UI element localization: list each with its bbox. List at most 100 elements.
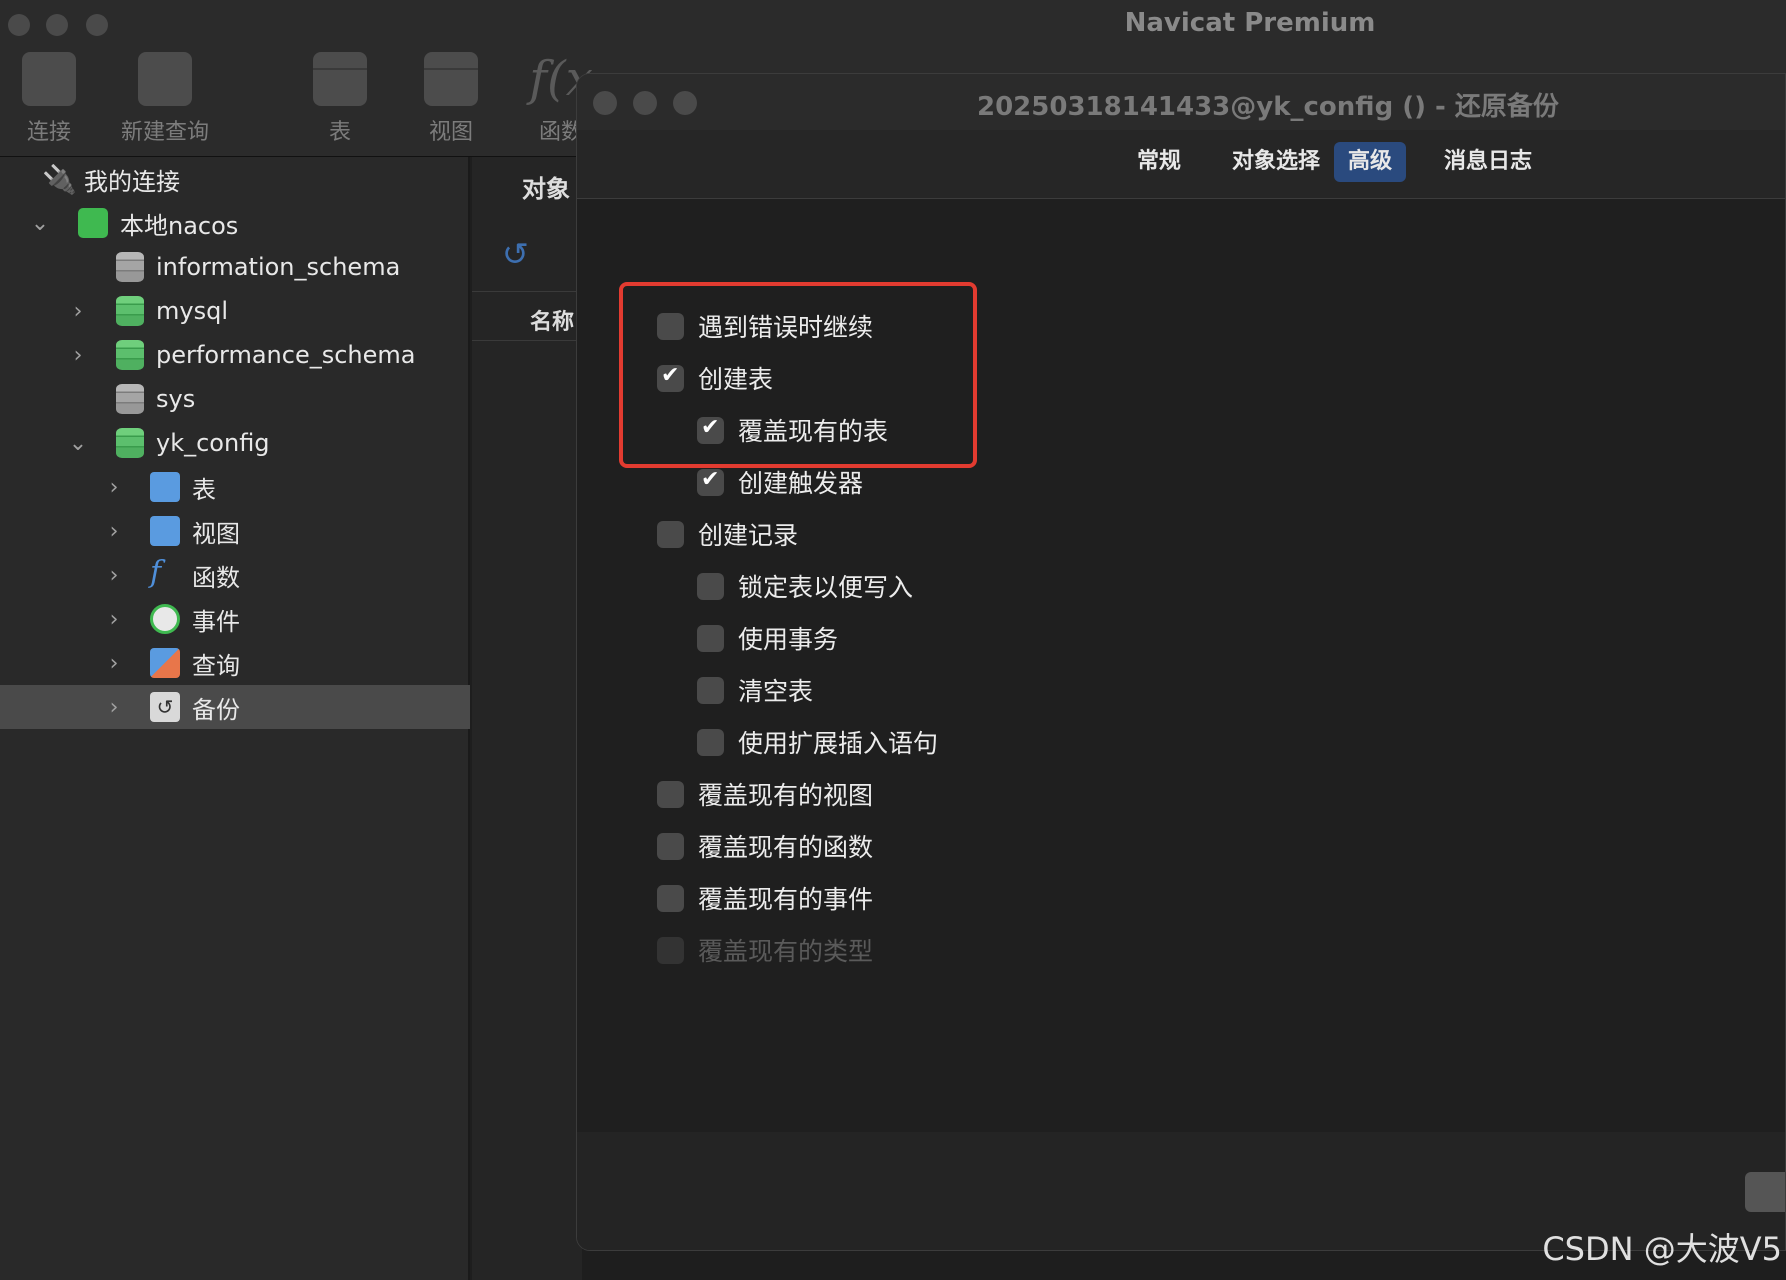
tree-object-functions[interactable]: › f 函数 — [0, 553, 470, 597]
database-icon — [116, 428, 144, 458]
option-use-transaction[interactable]: 使用事务 — [697, 620, 838, 656]
checkbox[interactable] — [697, 467, 724, 496]
tree-label: 事件 — [192, 607, 240, 636]
chevron-right-icon[interactable]: › — [68, 299, 88, 324]
dialog-close-button[interactable] — [593, 91, 617, 115]
option-label: 覆盖现有的视图 — [698, 781, 874, 810]
table-icon — [150, 472, 180, 502]
start-button[interactable] — [1745, 1172, 1785, 1212]
plug-icon: 🔌 — [42, 163, 77, 196]
toolbar-table-button[interactable]: 表 — [285, 52, 395, 146]
option-label: 清空表 — [738, 677, 814, 706]
mysql-connection-icon — [78, 208, 108, 238]
database-icon — [116, 296, 144, 326]
option-label: 使用事务 — [738, 625, 839, 654]
tree-label: 查询 — [192, 651, 240, 680]
tree-object-views[interactable]: › 视图 — [0, 509, 470, 553]
close-window-button[interactable] — [8, 14, 30, 36]
chevron-down-icon[interactable]: ⌄ — [68, 431, 88, 456]
tree-connection[interactable]: ⌄ 本地nacos — [0, 201, 470, 245]
function-icon: f — [150, 555, 162, 590]
backup-icon: ↺ — [150, 692, 180, 722]
tree-label: 表 — [192, 475, 216, 504]
option-overwrite-views[interactable]: 覆盖现有的视图 — [657, 776, 873, 812]
tab-advanced[interactable]: 高级 — [1334, 142, 1407, 182]
tree-object-events[interactable]: › 事件 — [0, 597, 470, 641]
restore-icon[interactable]: ↺ — [502, 235, 529, 273]
checkbox[interactable] — [657, 780, 684, 808]
dialog-minimize-button[interactable] — [633, 91, 657, 115]
toolbar-label: 连接 — [26, 120, 71, 145]
tree-object-queries[interactable]: › 查询 — [0, 641, 470, 685]
database-icon — [116, 384, 144, 414]
zoom-window-button[interactable] — [86, 14, 108, 36]
checkbox — [657, 936, 684, 964]
tree-label: performance_schema — [156, 341, 416, 369]
option-label: 锁定表以便写入 — [738, 573, 914, 602]
tree-label: 视图 — [192, 519, 240, 548]
database-icon — [116, 340, 144, 370]
toolbar-label: 视图 — [428, 120, 473, 145]
tree-database[interactable]: › mysql — [0, 289, 470, 333]
checkbox[interactable] — [657, 832, 684, 860]
navigation-sidebar: 🔌 我的连接 ⌄ 本地nacos information_schema › my… — [0, 157, 470, 1280]
view-icon — [424, 52, 478, 106]
option-extended-inserts[interactable]: 使用扩展插入语句 — [697, 724, 938, 760]
chevron-right-icon[interactable]: › — [104, 475, 124, 500]
app-title: Navicat Premium — [1124, 8, 1376, 38]
checkbox[interactable] — [697, 572, 724, 600]
dialog-tab-bar: 常规 对象选择 高级 消息日志 — [577, 130, 1785, 199]
plug-icon — [22, 52, 76, 106]
clock-icon — [150, 604, 180, 634]
option-lock-tables[interactable]: 锁定表以便写入 — [697, 568, 913, 604]
tab-object-selection[interactable]: 对象选择 — [1218, 142, 1334, 182]
name-column-header[interactable]: 名称 — [530, 304, 574, 336]
tree-root-my-connections[interactable]: 🔌 我的连接 — [0, 157, 470, 201]
option-empty-table[interactable]: 清空表 — [697, 672, 813, 708]
dialog-zoom-button[interactable] — [673, 91, 697, 115]
option-label: 创建记录 — [698, 521, 799, 550]
minimize-window-button[interactable] — [46, 14, 68, 36]
checkbox[interactable] — [697, 676, 724, 704]
tree-label: 我的连接 — [84, 167, 180, 196]
tree-label: information_schema — [156, 253, 401, 281]
view-icon — [150, 516, 180, 546]
chevron-right-icon[interactable]: › — [104, 607, 124, 632]
toolbar-label: 新建查询 — [120, 120, 209, 145]
toolbar-view-button[interactable]: 视图 — [396, 52, 506, 146]
option-create-records[interactable]: 创建记录 — [657, 516, 798, 552]
tree-object-backups[interactable]: › ↺ 备份 — [0, 685, 470, 729]
chevron-right-icon[interactable]: › — [104, 563, 124, 588]
option-overwrite-events[interactable]: 覆盖现有的事件 — [657, 880, 873, 916]
table-icon — [313, 52, 367, 106]
objects-tab[interactable]: 对象 — [522, 169, 570, 204]
restore-backup-dialog: 20250318141433@yk_config () - 还原备份 常规 对象… — [576, 73, 1786, 1251]
tree-database[interactable]: information_schema — [0, 245, 470, 289]
checkbox[interactable] — [697, 728, 724, 756]
dialog-title: 20250318141433@yk_config () - 还原备份 — [977, 92, 1559, 122]
checkbox[interactable] — [657, 884, 684, 912]
checkbox[interactable] — [697, 624, 724, 652]
tab-general[interactable]: 常规 — [1123, 142, 1195, 182]
tree-database[interactable]: › performance_schema — [0, 333, 470, 377]
option-label: 创建触发器 — [738, 469, 864, 498]
chevron-right-icon[interactable]: › — [68, 343, 88, 368]
annotation-highlight-box — [619, 282, 977, 468]
tree-label: 本地nacos — [120, 211, 239, 240]
chevron-right-icon[interactable]: › — [104, 519, 124, 544]
chevron-down-icon[interactable]: ⌄ — [30, 211, 50, 236]
option-overwrite-functions[interactable]: 覆盖现有的函数 — [657, 828, 873, 864]
toolbar-new-query-button[interactable]: 新建查询 — [110, 52, 220, 146]
tree-database[interactable]: ⌄ yk_config — [0, 421, 470, 465]
chevron-right-icon[interactable]: › — [104, 695, 124, 720]
chevron-right-icon[interactable]: › — [104, 651, 124, 676]
tree-label: sys — [156, 385, 196, 413]
option-label: 使用扩展插入语句 — [738, 729, 939, 758]
toolbar-connect-button[interactable]: 连接 — [0, 52, 104, 146]
checkbox[interactable] — [657, 520, 684, 548]
object-pane: 对象 ↺ 名称 — [472, 157, 582, 1280]
tree-object-tables[interactable]: › 表 — [0, 465, 470, 509]
tree-database[interactable]: sys — [0, 377, 470, 421]
option-create-triggers[interactable]: 创建触发器 — [697, 464, 863, 500]
tab-message-log[interactable]: 消息日志 — [1430, 142, 1546, 182]
